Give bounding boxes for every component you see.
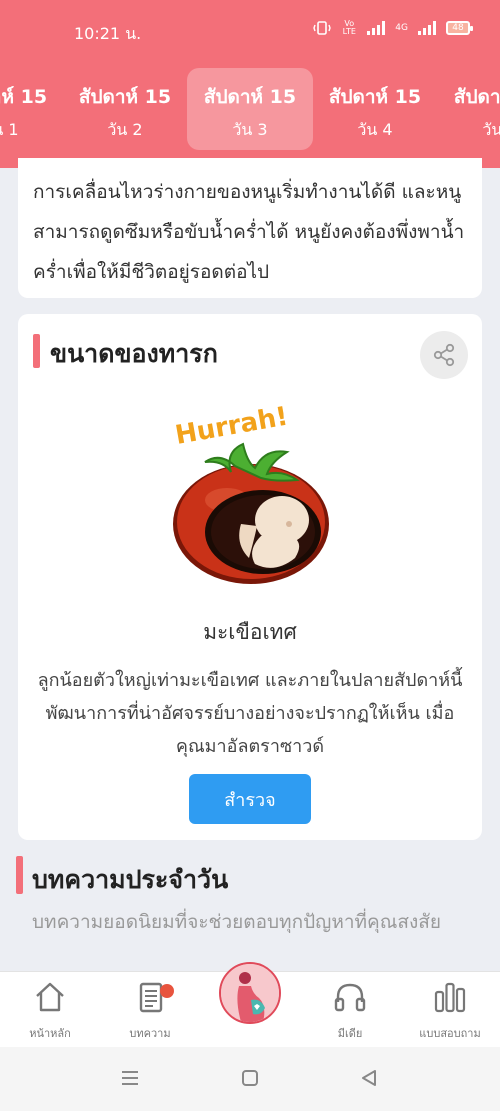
share-button[interactable] — [420, 331, 468, 379]
tab-week-label: สัปดาห์ 15 — [203, 86, 297, 108]
development-text: การเคลื่อนไหวร่างกายของหนูเริ่มทำงานได้ด… — [33, 181, 465, 283]
network-type-icon: 4G — [395, 23, 408, 33]
tab-week15-day3[interactable]: สัปดาห์ 15 วัน 3 — [187, 68, 313, 150]
tab-day-label: วัน 3 — [232, 120, 268, 139]
nav-home[interactable]: หน้าหลัก — [5, 980, 95, 1042]
tab-day-label: วัน 5 — [482, 120, 500, 139]
bottom-navigation: หน้าหลัก บทความ มีเดีย แบบสอบถาม — [0, 962, 500, 1047]
tab-day-label: วัน 4 — [357, 120, 393, 139]
tab-week15-day2[interactable]: สัปดาห์ 15 วัน 2 — [62, 68, 188, 150]
nav-survey[interactable]: แบบสอบถาม — [405, 980, 495, 1042]
tomato-illustration: Hurrah! — [173, 404, 329, 584]
week-day-tabs: สัปดาห์ 15 วัน 1 สัปดาห์ 15 วัน 2 สัปดาห… — [0, 66, 500, 152]
header: 10:21 น. Vo LTE 4G 48 สัปดาห์ 15 วัน 1 ส… — [0, 0, 500, 168]
status-time: 10:21 น. — [74, 24, 142, 43]
nav-media[interactable]: มีเดีย — [305, 980, 395, 1042]
hurrah-text: Hurrah! — [173, 404, 290, 451]
tab-week-label: สัปดาห์ 15 — [0, 86, 48, 108]
tab-week15-day4[interactable]: สัปดาห์ 15 วัน 4 — [312, 68, 438, 150]
development-card: การเคลื่อนไหวร่างกายของหนูเริ่มทำงานได้ด… — [18, 158, 482, 298]
daily-articles-heading: บทความประจำวัน — [32, 865, 229, 894]
bar-chart-icon — [434, 982, 466, 1013]
nav-articles[interactable]: บทความ — [105, 980, 195, 1042]
volte-icon: Vo LTE — [342, 19, 356, 36]
tab-week-label: สัปดาห์ 15 — [453, 86, 500, 108]
tab-day-label: วัน 1 — [0, 120, 19, 139]
tab-week15-day5[interactable]: สัปดาห์ 15 วัน 5 — [437, 68, 500, 150]
baby-size-heading: ขนาดของทารก — [50, 339, 218, 368]
home-square-icon[interactable] — [241, 1069, 259, 1087]
vibrate-icon — [313, 21, 332, 35]
nav-pregnancy-button[interactable] — [219, 962, 281, 1024]
tab-week-label: สัปดาห์ 15 — [328, 86, 422, 108]
nav-articles-label: บทความ — [129, 1027, 171, 1040]
back-icon[interactable] — [360, 1069, 378, 1087]
daily-articles-subtitle: บทความยอดนิยมที่จะช่วยตอบทุกปัญหาที่คุณส… — [32, 911, 441, 933]
tab-week-label: สัปดาห์ 15 — [78, 86, 172, 108]
home-icon — [36, 982, 64, 1012]
status-bar: 10:21 น. Vo LTE 4G 48 — [0, 0, 500, 64]
battery-icon: 48 — [446, 21, 473, 35]
menu-icon[interactable] — [120, 1069, 140, 1087]
section-accent-bar — [16, 856, 23, 894]
baby-size-card: ขนาดของทารก Hurrah! มะเขือเทศ ลูกน้อยตัว… — [18, 314, 482, 840]
notification-badge — [160, 984, 174, 998]
share-icon — [433, 343, 455, 367]
pregnant-woman-icon — [221, 964, 279, 1022]
signal-icon — [367, 21, 386, 35]
nav-survey-label: แบบสอบถาม — [419, 1027, 481, 1040]
tab-day-label: วัน 2 — [107, 120, 143, 139]
explore-button[interactable]: สำรวจ — [189, 774, 311, 824]
tab-week15-day1[interactable]: สัปดาห์ 15 วัน 1 — [0, 68, 64, 150]
fruit-name: มะเขือเทศ — [203, 620, 297, 644]
baby-size-description: ลูกน้อยตัวใหญ่เท่ามะเขือเทศ และภายในปลาย… — [37, 670, 463, 757]
system-navigation-bar — [0, 1047, 500, 1111]
nav-media-label: มีเดีย — [337, 1027, 363, 1040]
status-icons: Vo LTE 4G 48 — [313, 19, 473, 36]
headphones-icon — [334, 983, 366, 1012]
signal-icon-2 — [418, 21, 436, 35]
nav-home-label: หน้าหลัก — [29, 1027, 71, 1040]
section-accent-bar — [33, 334, 40, 368]
